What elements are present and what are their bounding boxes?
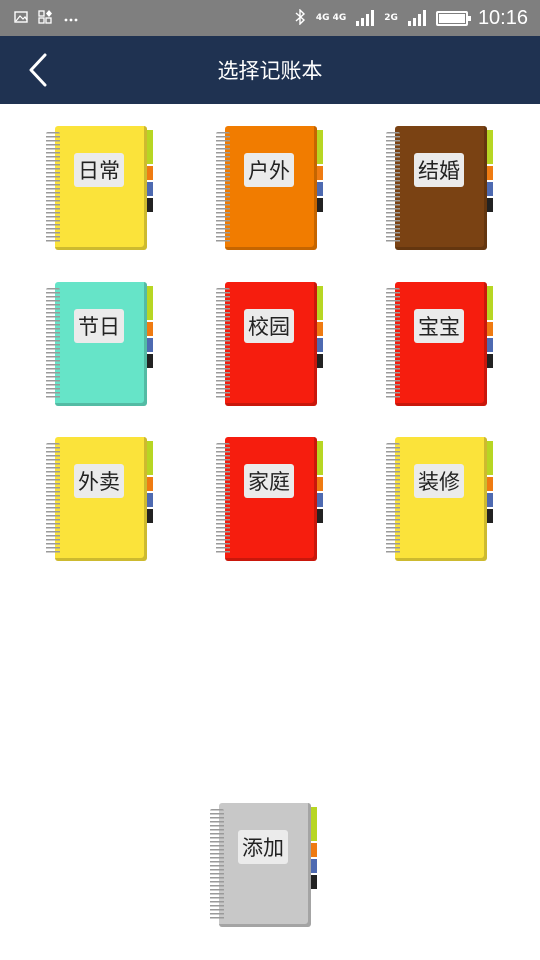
notebook-tab [147, 322, 153, 336]
more-dots-icon [64, 11, 78, 25]
chevron-left-icon [29, 53, 47, 87]
spiral-binding [386, 443, 400, 555]
network-type-1: 4G 4G [315, 12, 347, 23]
notebook-tab [317, 130, 323, 164]
status-bar: 4G 4G 2G 10:16 [0, 0, 540, 36]
notebook-tab [311, 875, 317, 889]
notebook-tab [487, 441, 493, 475]
notebook-item[interactable]: 结婚 [386, 126, 501, 256]
network-type-2: 2G [384, 12, 398, 23]
notebook-tab [487, 354, 493, 368]
notebook-cover-shade [219, 803, 311, 927]
notebook-tab [147, 509, 153, 523]
notebook-item[interactable]: 日常 [46, 126, 161, 256]
notebook-tab [487, 477, 493, 491]
spiral-binding [216, 288, 230, 400]
notebook-tab [487, 286, 493, 320]
status-time: 10:16 [477, 6, 528, 29]
notebook-cover-shade [395, 282, 487, 406]
add-notebook-button[interactable]: 添加 [210, 803, 325, 933]
notebook-label: 校园 [244, 309, 294, 343]
notebook-tab [487, 493, 493, 507]
status-bar-right: 4G 4G 2G 10:16 [295, 7, 528, 30]
notebook-tab [487, 338, 493, 352]
status-bar-left [14, 9, 78, 27]
notebook-label: 外卖 [74, 464, 124, 498]
bluetooth-icon [295, 7, 306, 28]
add-notebook-label: 添加 [238, 830, 288, 864]
notebook-tab [147, 493, 153, 507]
spiral-binding [216, 443, 230, 555]
notebook-item[interactable]: 节日 [46, 282, 161, 412]
notebook-tab [311, 859, 317, 873]
notebook-cover-shade [55, 282, 147, 406]
notebook-item[interactable]: 外卖 [46, 437, 161, 567]
notebook-tab [487, 182, 493, 196]
notebook-tab [147, 354, 153, 368]
notebook-label: 装修 [414, 464, 464, 498]
signal-icon-2 [407, 10, 426, 26]
notebook-tab [487, 130, 493, 164]
header: 选择记账本 [0, 36, 540, 104]
notebook-cover-shade [55, 437, 147, 561]
image-icon [14, 10, 28, 26]
back-button[interactable] [18, 50, 58, 90]
spiral-binding [46, 443, 60, 555]
notebook-tab [317, 182, 323, 196]
notebook-label: 日常 [74, 153, 124, 187]
notebook-tab [317, 441, 323, 475]
notebook-cover-shade [395, 437, 487, 561]
notebook-item[interactable]: 宝宝 [386, 282, 501, 412]
notebook-tab [147, 198, 153, 212]
notebook-tab [487, 322, 493, 336]
spiral-binding [210, 809, 224, 921]
notebook-tab [487, 166, 493, 180]
notebook-cover-shade [395, 126, 487, 250]
notebook-tab [487, 509, 493, 523]
battery-icon [435, 10, 471, 26]
notebook-label: 节日 [74, 309, 124, 343]
spiral-binding [216, 132, 230, 244]
notebook-tab [317, 509, 323, 523]
notebook-item[interactable]: 校园 [216, 282, 331, 412]
spiral-binding [386, 288, 400, 400]
notebook-item[interactable]: 户外 [216, 126, 331, 256]
notebook-tab [147, 166, 153, 180]
notebook-tab [317, 166, 323, 180]
spiral-binding [46, 288, 60, 400]
notebook-cover-shade [225, 126, 317, 250]
notebook-tab [147, 441, 153, 475]
notebook-tab [147, 286, 153, 320]
notebook-tab [317, 493, 323, 507]
notebook-tab [317, 338, 323, 352]
page-title: 选择记账本 [217, 59, 323, 83]
app-icon [38, 9, 54, 27]
notebook-tab [317, 477, 323, 491]
spiral-binding [46, 132, 60, 244]
notebook-item[interactable]: 装修 [386, 437, 501, 567]
notebook-cover-shade [225, 282, 317, 406]
notebook-item[interactable]: 家庭 [216, 437, 331, 567]
notebook-tab [147, 130, 153, 164]
notebook-tab [317, 286, 323, 320]
notebook-tab [147, 182, 153, 196]
notebook-label: 结婚 [414, 153, 464, 187]
notebook-tab [317, 198, 323, 212]
notebook-cover-shade [55, 126, 147, 250]
notebook-tab [311, 843, 317, 857]
notebook-cover-shade [225, 437, 317, 561]
notebook-label: 家庭 [244, 464, 294, 498]
notebook-tab [147, 338, 153, 352]
notebook-tab [487, 198, 493, 212]
spiral-binding [386, 132, 400, 244]
notebook-label: 宝宝 [414, 309, 464, 343]
notebook-tab [317, 354, 323, 368]
notebook-tab [317, 322, 323, 336]
notebook-tab [311, 807, 317, 841]
notebook-label: 户外 [244, 153, 294, 187]
signal-icon [356, 10, 375, 26]
notebook-tab [147, 477, 153, 491]
